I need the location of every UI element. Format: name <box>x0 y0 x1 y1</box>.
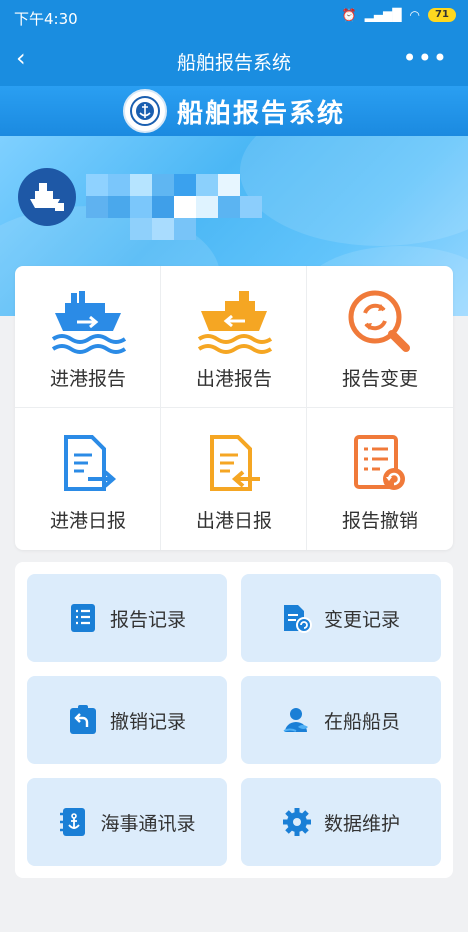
status-time: 下午4:30 <box>14 10 78 28</box>
data-maintenance-button[interactable]: 数据维护 <box>241 778 441 866</box>
tile-label: 撤销记录 <box>109 710 186 733</box>
signal-icon: ▂▄▆█ <box>364 8 402 22</box>
battery-icon: 71 <box>428 8 456 22</box>
grid-item-label: 出港报告 <box>195 368 272 390</box>
alarm-icon: ⏰ <box>341 8 357 22</box>
anchor-contacts-icon <box>58 807 88 837</box>
ship-arrow-in-icon <box>48 286 128 358</box>
tile-label: 数据维护 <box>323 812 400 835</box>
document-arrow-in-icon <box>48 428 128 500</box>
redacted-ship-name <box>86 174 262 242</box>
grid-item-report-revoke[interactable]: 报告撤销 <box>307 408 453 550</box>
grid-item-inbound-daily[interactable]: 进港日报 <box>15 408 161 550</box>
grid-item-inbound-report[interactable]: 进港报告 <box>15 266 161 408</box>
wifi-icon: ◠ <box>409 8 420 22</box>
maritime-contacts-button[interactable]: 海事通讯录 <box>27 778 227 866</box>
tile-label: 在船船员 <box>323 710 400 733</box>
ship-icon <box>30 183 64 211</box>
tile-label: 海事通讯录 <box>100 812 196 835</box>
banner-title: 船舶报告系统 <box>176 98 345 129</box>
status-bar: 下午4:30 ⏰ ▂▄▆█ ◠ 71 <box>0 0 468 34</box>
tile-label: 报告记录 <box>109 608 186 631</box>
nav-bar: ‹ 船舶报告系统 ••• <box>0 34 468 86</box>
tile-label: 变更记录 <box>323 608 400 631</box>
ship-avatar[interactable] <box>18 168 76 226</box>
document-revoke-icon <box>340 428 420 500</box>
records-panel: 报告记录 变更记录 撤销记录 在船船员 海事通讯录 数据维护 <box>15 562 453 878</box>
page-title: 船舶报告系统 <box>176 52 291 74</box>
revoke-records-button[interactable]: 撤销记录 <box>27 676 227 764</box>
grid-item-outbound-report[interactable]: 出港报告 <box>161 266 307 408</box>
change-records-button[interactable]: 变更记录 <box>241 574 441 662</box>
gear-icon <box>282 807 312 837</box>
change-record-icon <box>282 603 312 633</box>
revoke-record-icon <box>68 705 98 735</box>
grid-item-label: 出港日报 <box>195 510 272 532</box>
grid-item-label: 报告撤销 <box>341 510 418 532</box>
refresh-search-icon <box>340 286 420 358</box>
grid-item-report-change[interactable]: 报告变更 <box>307 266 453 408</box>
app-banner: 船舶报告系统 <box>0 86 468 136</box>
status-icons: ⏰ ▂▄▆█ ◠ 71 <box>342 8 456 22</box>
report-records-button[interactable]: 报告记录 <box>27 574 227 662</box>
grid-item-label: 报告变更 <box>341 368 418 390</box>
document-arrow-out-icon <box>194 428 274 500</box>
more-menu-button[interactable]: ••• <box>403 44 448 72</box>
maritime-logo-icon <box>122 89 167 133</box>
crew-on-board-button[interactable]: 在船船员 <box>241 676 441 764</box>
grid-item-label: 进港报告 <box>49 368 126 390</box>
grid-item-outbound-daily[interactable]: 出港日报 <box>161 408 307 550</box>
crew-icon <box>282 705 312 735</box>
report-list-icon <box>68 603 98 633</box>
function-grid: 进港报告 出港报告 报告变更 进港日报 出港日报 报告撤销 <box>15 266 453 550</box>
grid-item-label: 进港日报 <box>49 510 126 532</box>
ship-arrow-out-icon <box>194 286 274 358</box>
